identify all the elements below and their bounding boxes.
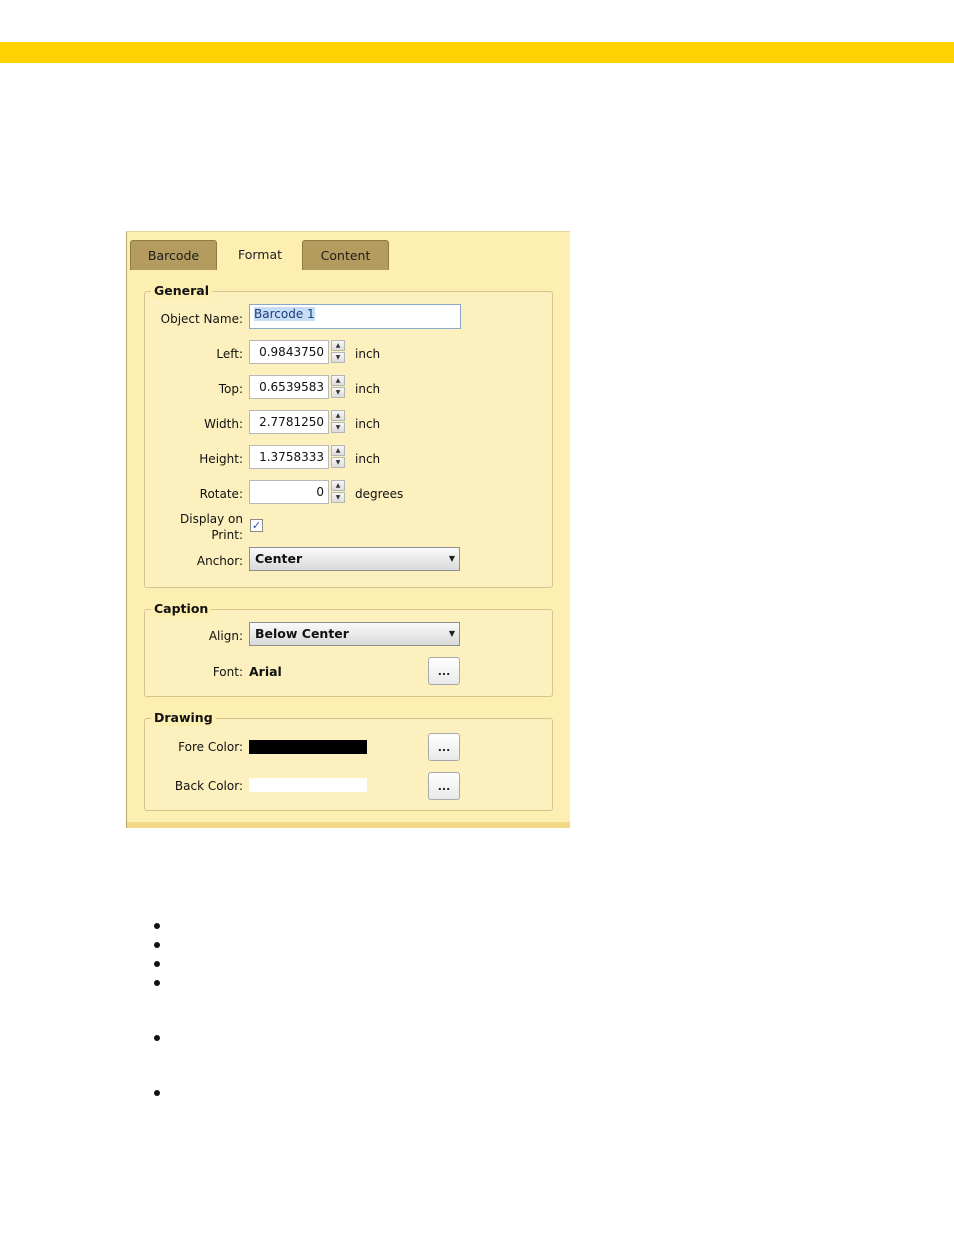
panel-bottom-edge [127,822,570,828]
back-color-picker-button[interactable]: ... [428,772,460,800]
align-value: Below Center [255,626,349,641]
left-increment-button[interactable]: ▲ [331,340,345,351]
height-unit: inch [355,452,381,466]
fore-color-label: Fore Color: [178,740,243,754]
object-name-value: Barcode 1 [254,307,315,321]
tab-content[interactable]: Content [302,240,389,270]
back-color-label: Back Color: [174,779,243,793]
width-increment-button[interactable]: ▲ [331,410,345,421]
rotate-increment-button[interactable]: ▲ [331,480,345,491]
general-group: General Object Name: Barcode 1 Left: 0.9… [144,283,553,588]
display-on-print-checkbox[interactable]: ✓ [250,519,263,532]
width-input[interactable]: 2.7781250 [249,410,329,434]
height-increment-button[interactable]: ▲ [331,445,345,456]
list-item-bullet [154,942,160,948]
object-name-input[interactable]: Barcode 1 [249,304,461,329]
height-input[interactable]: 1.3758333 [249,445,329,469]
height-label: Height: [199,452,243,466]
display-on-print-label-line-2: Print: [211,528,243,542]
list-item-bullet [154,1035,160,1041]
checkmark-icon: ✓ [251,519,262,532]
list-item-bullet [154,1090,160,1096]
rotate-decrement-button[interactable]: ▼ [331,492,345,503]
anchor-value: Center [255,551,303,566]
rotate-input[interactable]: 0 [249,480,329,504]
font-label: Font: [212,665,243,679]
align-label: Align: [208,629,243,643]
top-label: Top: [218,382,243,396]
general-group-title: General [151,283,212,299]
back-color-swatch [249,778,367,792]
top-decrement-button[interactable]: ▼ [331,387,345,398]
top-unit: inch [355,382,381,396]
width-decrement-button[interactable]: ▼ [331,422,345,433]
tab-barcode[interactable]: Barcode [130,240,217,270]
height-decrement-button[interactable]: ▼ [331,457,345,468]
caption-group: Caption Align: Below Center ▼ Font: Aria… [144,601,553,697]
tab-format[interactable]: Format [219,240,301,270]
left-label: Left: [216,347,243,361]
list-item-bullet [154,980,160,986]
left-input[interactable]: 0.9843750 [249,340,329,364]
fore-color-swatch [249,740,367,754]
object-name-label: Object Name: [160,312,243,326]
anchor-label: Anchor: [196,554,243,568]
caption-group-title: Caption [151,601,212,617]
width-label: Width: [204,417,243,431]
display-on-print-label: Display on Print: [180,511,243,543]
barcode-properties-panel: Barcode Format Content General Object Na… [126,231,570,828]
left-unit: inch [355,347,381,361]
rotate-label: Rotate: [199,487,243,501]
font-picker-button[interactable]: ... [428,657,460,685]
chevron-down-icon: ▼ [448,629,455,638]
anchor-select[interactable]: Center ▼ [249,547,460,571]
chevron-down-icon: ▼ [448,554,455,563]
top-increment-button[interactable]: ▲ [331,375,345,386]
list-item-bullet [154,923,160,929]
width-unit: inch [355,417,381,431]
left-decrement-button[interactable]: ▼ [331,352,345,363]
fore-color-picker-button[interactable]: ... [428,733,460,761]
font-value: Arial [249,664,282,679]
drawing-group: Drawing Fore Color: ... Back Color: ... [144,710,553,811]
header-accent-bar [0,42,954,63]
align-select[interactable]: Below Center ▼ [249,622,460,646]
display-on-print-label-line-1: Display on [180,512,243,526]
rotate-unit: degrees [355,487,404,501]
top-input[interactable]: 0.6539583 [249,375,329,399]
drawing-group-title: Drawing [151,710,216,726]
list-item-bullet [154,961,160,967]
